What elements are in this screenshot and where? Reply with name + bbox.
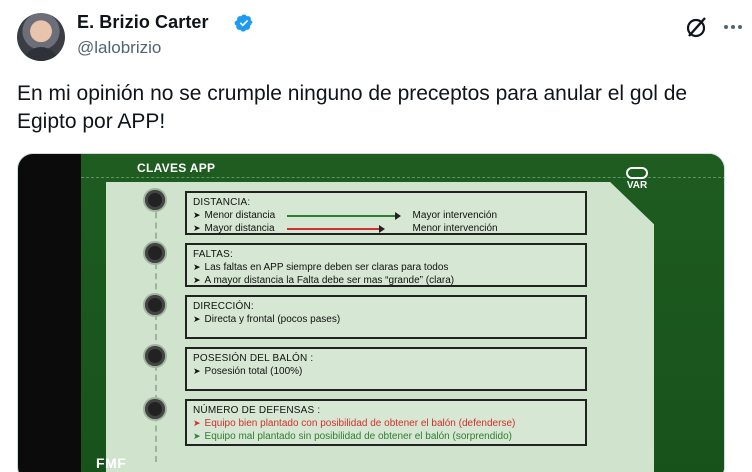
var-rings-icon bbox=[626, 167, 648, 179]
row-text: Las faltas en APP siempre deben ser clar… bbox=[204, 262, 449, 273]
bullet-arrow-icon: ➤ bbox=[193, 418, 201, 428]
tweet-text: En mi opinión no se crumple ninguno de p… bbox=[17, 82, 688, 133]
section-numero-defensas: NÚMERO DE DEFENSAS : ➤ Equipo bien planta… bbox=[185, 399, 587, 446]
fmf-logo: FMF bbox=[96, 455, 127, 471]
row-text: A mayor distancia la Falta debe ser mas … bbox=[204, 275, 455, 286]
row-text: Posesión total (100%) bbox=[204, 366, 303, 377]
row-text: Equipo mal plantado sin posibilidad de o… bbox=[204, 431, 512, 442]
bullet-arrow-icon: ➤ bbox=[193, 210, 201, 220]
bullet-arrow-icon: ➤ bbox=[193, 431, 201, 441]
section-heading: DIRECCIÓN: bbox=[193, 301, 254, 312]
tweet-media-image[interactable]: CLAVES APP VAR DISTANCIA: ➤ Menor distan… bbox=[17, 153, 725, 472]
green-arrow-line bbox=[286, 211, 401, 220]
red-arrow-line bbox=[286, 224, 385, 233]
section-row: ➤ A mayor distancia la Falta debe ser mas… bbox=[193, 274, 579, 287]
display-name[interactable]: E. Brizio Carter bbox=[77, 12, 209, 33]
section-heading: DISTANCIA: bbox=[193, 197, 251, 208]
avatar-shirt bbox=[23, 47, 59, 61]
section-bullet bbox=[145, 346, 165, 366]
row-right-text: Menor intervención bbox=[412, 223, 498, 234]
more-options-icon[interactable] bbox=[719, 13, 747, 41]
tweet-header: E. Brizio Carter @lalobrizio bbox=[17, 10, 752, 64]
bullet-arrow-icon: ➤ bbox=[193, 366, 201, 376]
avatar[interactable] bbox=[17, 13, 65, 61]
section-heading: FALTAS: bbox=[193, 249, 233, 260]
section-bullet bbox=[145, 190, 165, 210]
user-handle[interactable]: @lalobrizio bbox=[77, 38, 161, 58]
section-row: ➤ Las faltas en APP siempre deben ser cla… bbox=[193, 261, 579, 274]
section-bullet bbox=[145, 399, 165, 419]
section-row: ➤ Menor distancia Mayor intervención bbox=[193, 209, 579, 222]
more-dot bbox=[738, 25, 742, 29]
grok-icon[interactable] bbox=[683, 13, 711, 41]
section-row: ➤ Equipo mal plantado sin posibilidad de … bbox=[193, 430, 579, 443]
section-distancia: DISTANCIA: ➤ Menor distancia Mayor inter… bbox=[185, 191, 587, 235]
section-row: ➤ Equipo bien plantado con posibilidad de… bbox=[193, 417, 579, 430]
section-posesion: POSESIÓN DEL BALÓN : ➤ Posesión total (10… bbox=[185, 347, 587, 391]
bullet-rail bbox=[155, 192, 157, 462]
section-bullet bbox=[145, 243, 165, 263]
section-row: ➤ Directa y frontal (pocos pases) bbox=[193, 313, 579, 326]
row-left-text: Menor distancia bbox=[204, 210, 276, 221]
slide-title: CLAVES APP bbox=[137, 161, 216, 175]
row-left-text: Mayor distancia bbox=[204, 223, 275, 234]
more-dot bbox=[731, 25, 735, 29]
section-heading: NÚMERO DE DEFENSAS : bbox=[193, 405, 321, 416]
verified-badge-icon bbox=[234, 14, 253, 32]
section-row: ➤ Mayor distancia Menor intervención bbox=[193, 222, 579, 235]
section-heading: POSESIÓN DEL BALÓN : bbox=[193, 353, 314, 364]
section-faltas: FALTAS: ➤ Las faltas en APP siempre deben… bbox=[185, 243, 587, 287]
bullet-arrow-icon: ➤ bbox=[193, 223, 201, 233]
section-direccion: DIRECCIÓN: ➤ Directa y frontal (pocos pas… bbox=[185, 295, 587, 339]
section-bullet bbox=[145, 295, 165, 315]
more-dot bbox=[724, 25, 728, 29]
section-row: ➤ Posesión total (100%) bbox=[193, 365, 579, 378]
bullet-arrow-icon: ➤ bbox=[193, 275, 201, 285]
bullet-arrow-icon: ➤ bbox=[193, 262, 201, 272]
row-text: Directa y frontal (pocos pases) bbox=[204, 314, 341, 325]
row-text: Equipo bien plantado con posibilidad de … bbox=[204, 418, 516, 429]
var-label: VAR bbox=[626, 180, 648, 191]
bullet-arrow-icon: ➤ bbox=[193, 314, 201, 324]
var-logo: VAR bbox=[624, 167, 650, 191]
row-right-text: Mayor intervención bbox=[412, 210, 498, 221]
